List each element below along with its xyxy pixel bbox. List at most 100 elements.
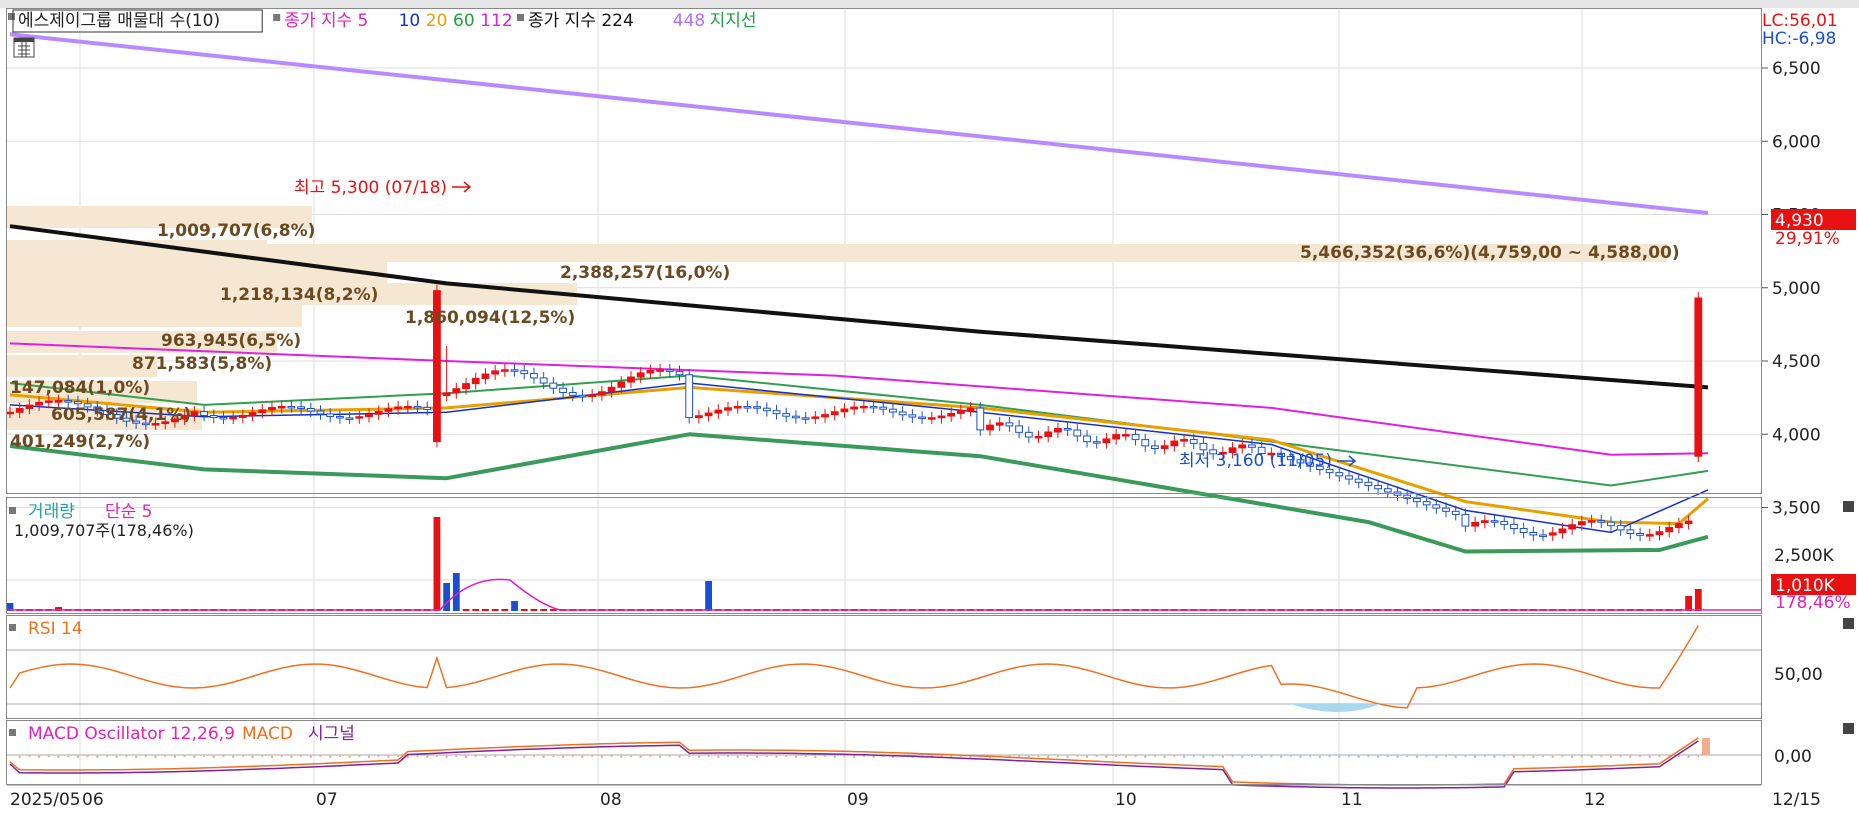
candle-body [918,416,926,420]
candle-body [1131,434,1140,441]
candle-body [927,417,936,420]
candle-body [889,408,897,413]
macd-histogram-bar [47,755,50,757]
macd-histogram-bar [697,755,700,758]
candle-body [782,413,791,417]
candle-body [1500,520,1509,525]
macd-histogram-bar [1076,755,1079,757]
macd-histogram-bar [717,755,720,758]
macd-histogram-bar [338,755,341,757]
volume-bar [443,583,451,611]
macd-histogram-bar [532,755,535,757]
panel-close-icon [1843,618,1854,629]
candle-body [1694,297,1703,457]
macd-histogram-bar [1464,755,1467,757]
candle-body [1607,521,1615,527]
macd-histogram-bar [523,755,526,758]
macd-histogram-bar [1153,755,1156,757]
price-tick-label: 3,500 [1772,499,1821,519]
macd-histogram-bar [1571,755,1574,758]
macd-histogram-bar [465,755,468,758]
macd-histogram-bar [562,755,565,758]
macd-histogram-bar [1551,755,1554,758]
candle-body [753,406,762,409]
macd-histogram-bar [1522,755,1525,757]
macd-histogram-bar [1056,755,1059,757]
candle-body [6,411,14,415]
macd-histogram-bar [727,755,730,757]
candle-body [743,406,752,409]
macd-histogram-bar [814,755,817,758]
legend-7: 448 [673,11,705,31]
macd-histogram-bar [358,755,361,757]
current-change-label: 29,91% [1775,229,1840,249]
macd-histogram-bar [1687,755,1690,758]
macd-histogram-bar [1377,755,1380,758]
candle-body [1413,497,1421,503]
candle-body [442,392,451,396]
macd-histogram-bar [1318,755,1321,758]
candle-body [1461,514,1470,527]
candle-body [792,415,800,419]
macd-histogram-bar [377,755,380,757]
macd-histogram-bar [76,755,79,758]
candle-body [277,405,286,409]
candle-body [821,414,829,418]
x-axis-label: 06 [82,790,104,810]
candle-body [306,407,315,412]
candle-body [462,383,470,390]
macd-histogram-bar [678,755,681,758]
macd-histogram-bar [668,755,671,757]
macd-histogram-bar [484,755,487,758]
candle-body [724,407,732,411]
macd-histogram-bar [610,755,613,757]
candle-body [1655,531,1664,536]
macd-histogram-bar [1542,755,1545,757]
macd-tick: 0,00 [1774,747,1812,767]
candle-body [1374,485,1382,490]
candle-body [248,412,257,416]
macd-histogram-bar [1289,755,1292,757]
macd-histogram-bar [1221,755,1224,758]
macd-histogram-bar [86,755,89,757]
candle-body [35,401,44,406]
candle-body [646,369,655,374]
macd-histogram-bar [1619,755,1622,757]
macd-histogram-bar [1124,755,1127,758]
panel-close-icon [1843,723,1854,734]
candle-body [607,386,616,393]
candle-body [1626,529,1635,534]
macd-histogram-bar [212,755,215,758]
candle-body [1112,434,1121,440]
macd-histogram-bar [1396,755,1399,758]
candle-body [1092,441,1101,444]
macd-histogram-bar [1590,755,1593,758]
volume-profile-bar [7,261,387,283]
macd-histogram-bar [67,755,70,757]
macd-histogram-bar [1309,755,1312,757]
volume-profile-label: 1,009,707(6,8%) [157,221,315,241]
candle-body [1568,524,1577,530]
macd-histogram-bar [756,755,759,758]
candle-body [1539,534,1547,537]
x-axis-label: 10 [1115,790,1137,810]
candle-body [287,405,296,409]
macd-histogram-bar [804,755,807,757]
candle-body [481,373,490,379]
panel-marker [9,507,16,514]
macd-histogram-bar [552,755,555,757]
candle-body [1422,501,1431,506]
candle-body [413,405,422,409]
macd-histogram-bar [1192,755,1195,757]
macd-histogram-bar [1425,755,1428,757]
macd-histogram-bar [707,755,710,757]
candle-body [578,394,587,398]
candle-body [1636,532,1644,536]
candle-body [627,376,635,383]
legend-2: 10 [399,11,421,31]
calendar-icon[interactable] [13,37,35,58]
volume-profile-label: 871,583(5,8%) [132,354,272,374]
candle-body [714,409,723,414]
macd-histogram-bar [300,755,303,757]
stock-chart[interactable]: 에스제이그룹 매물대 수(10) 종가 지수 5 10 20 60 112 종가 지수 22… [0,0,1859,815]
